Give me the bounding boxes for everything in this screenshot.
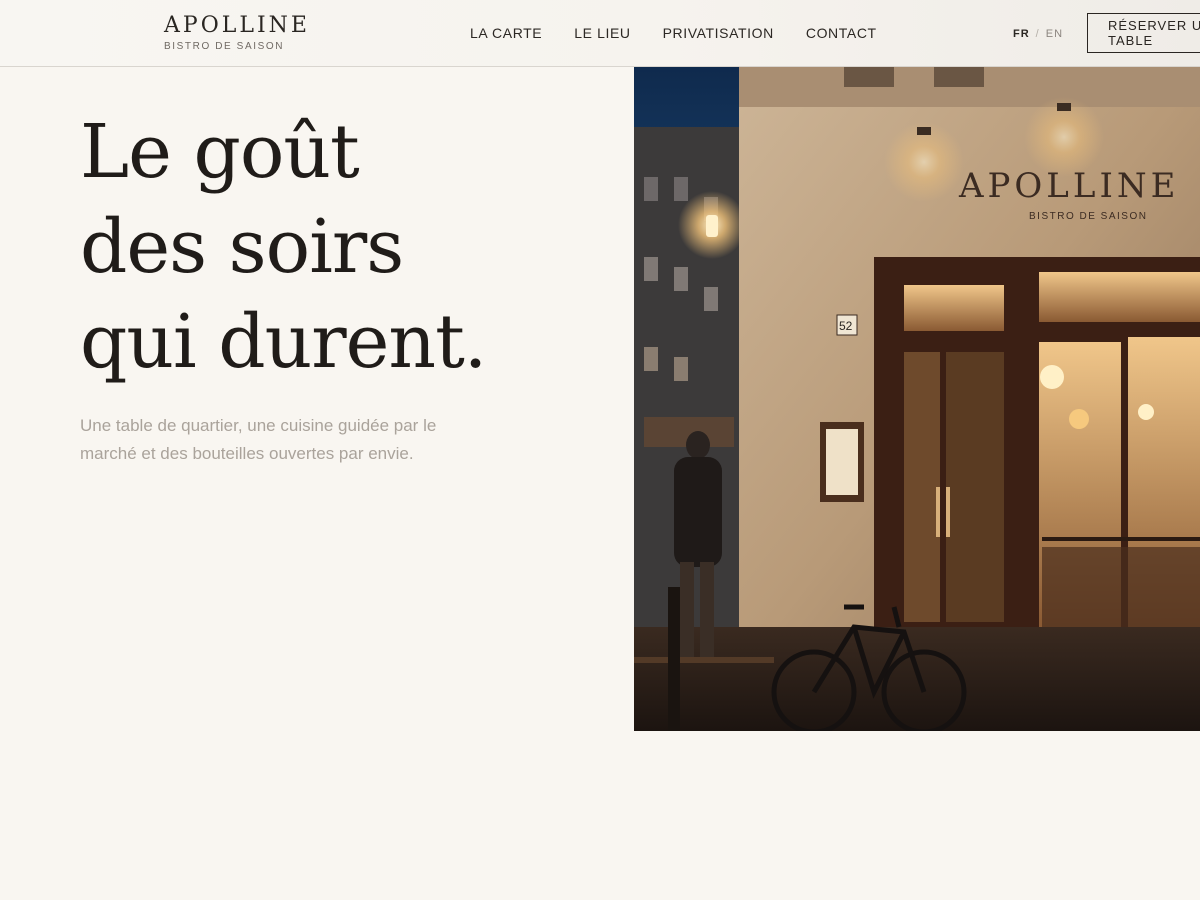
menu-board [826, 429, 858, 495]
door-left-pane [904, 352, 940, 622]
hero-lead: Une table de quartier, une cuisine guidé… [80, 416, 437, 463]
nav-item-le-lieu[interactable]: LE LIEU [574, 24, 630, 42]
lang-separator: / [1035, 28, 1040, 40]
sign-tagline: BISTRO DE SAISON [1029, 211, 1147, 222]
wet-street [634, 627, 1200, 731]
page: APOLLINE BISTRO DE SAISON LA CARTE LE LI… [0, 0, 1200, 900]
bistro-facade-illustration: APOLLINE BISTRO DE SAISON 52 [634, 67, 1200, 731]
site-header: APOLLINE BISTRO DE SAISON LA CARTE LE LI… [0, 0, 1200, 67]
language-switcher: FR / EN [1013, 27, 1063, 41]
hero-title-line-3: qui durent. [80, 299, 487, 385]
door-right-pane [946, 352, 1004, 622]
hero-title-line-1: Le goût [80, 109, 360, 195]
sign-name: APOLLINE [958, 166, 1179, 206]
nav-item-privatisation[interactable]: PRIVATISATION [663, 24, 774, 42]
passerby [674, 457, 722, 567]
brand-logo[interactable]: APOLLINE BISTRO DE SAISON [164, 12, 310, 52]
brand-tagline: BISTRO DE SAISON [164, 41, 285, 52]
brand-name: APOLLINE [164, 13, 310, 38]
lang-fr[interactable]: FR [1013, 28, 1030, 40]
street-number: 52 [839, 319, 853, 333]
street-lamp [706, 215, 718, 237]
nav-item-la-carte[interactable]: LA CARTE [470, 24, 542, 42]
nav-item-contact[interactable]: CONTACT [806, 24, 877, 42]
reserve-button[interactable]: RÉSERVER UNE TABLE [1087, 13, 1200, 53]
hero-photo: APOLLINE BISTRO DE SAISON 52 [634, 67, 1200, 731]
hero-title: Le goût des soirs qui durent. [80, 105, 600, 390]
main-nav: LA CARTE LE LIEU PRIVATISATION CONTACT [470, 24, 909, 42]
lang-en[interactable]: EN [1046, 28, 1063, 40]
hero-title-line-2: des soirs [80, 204, 404, 290]
